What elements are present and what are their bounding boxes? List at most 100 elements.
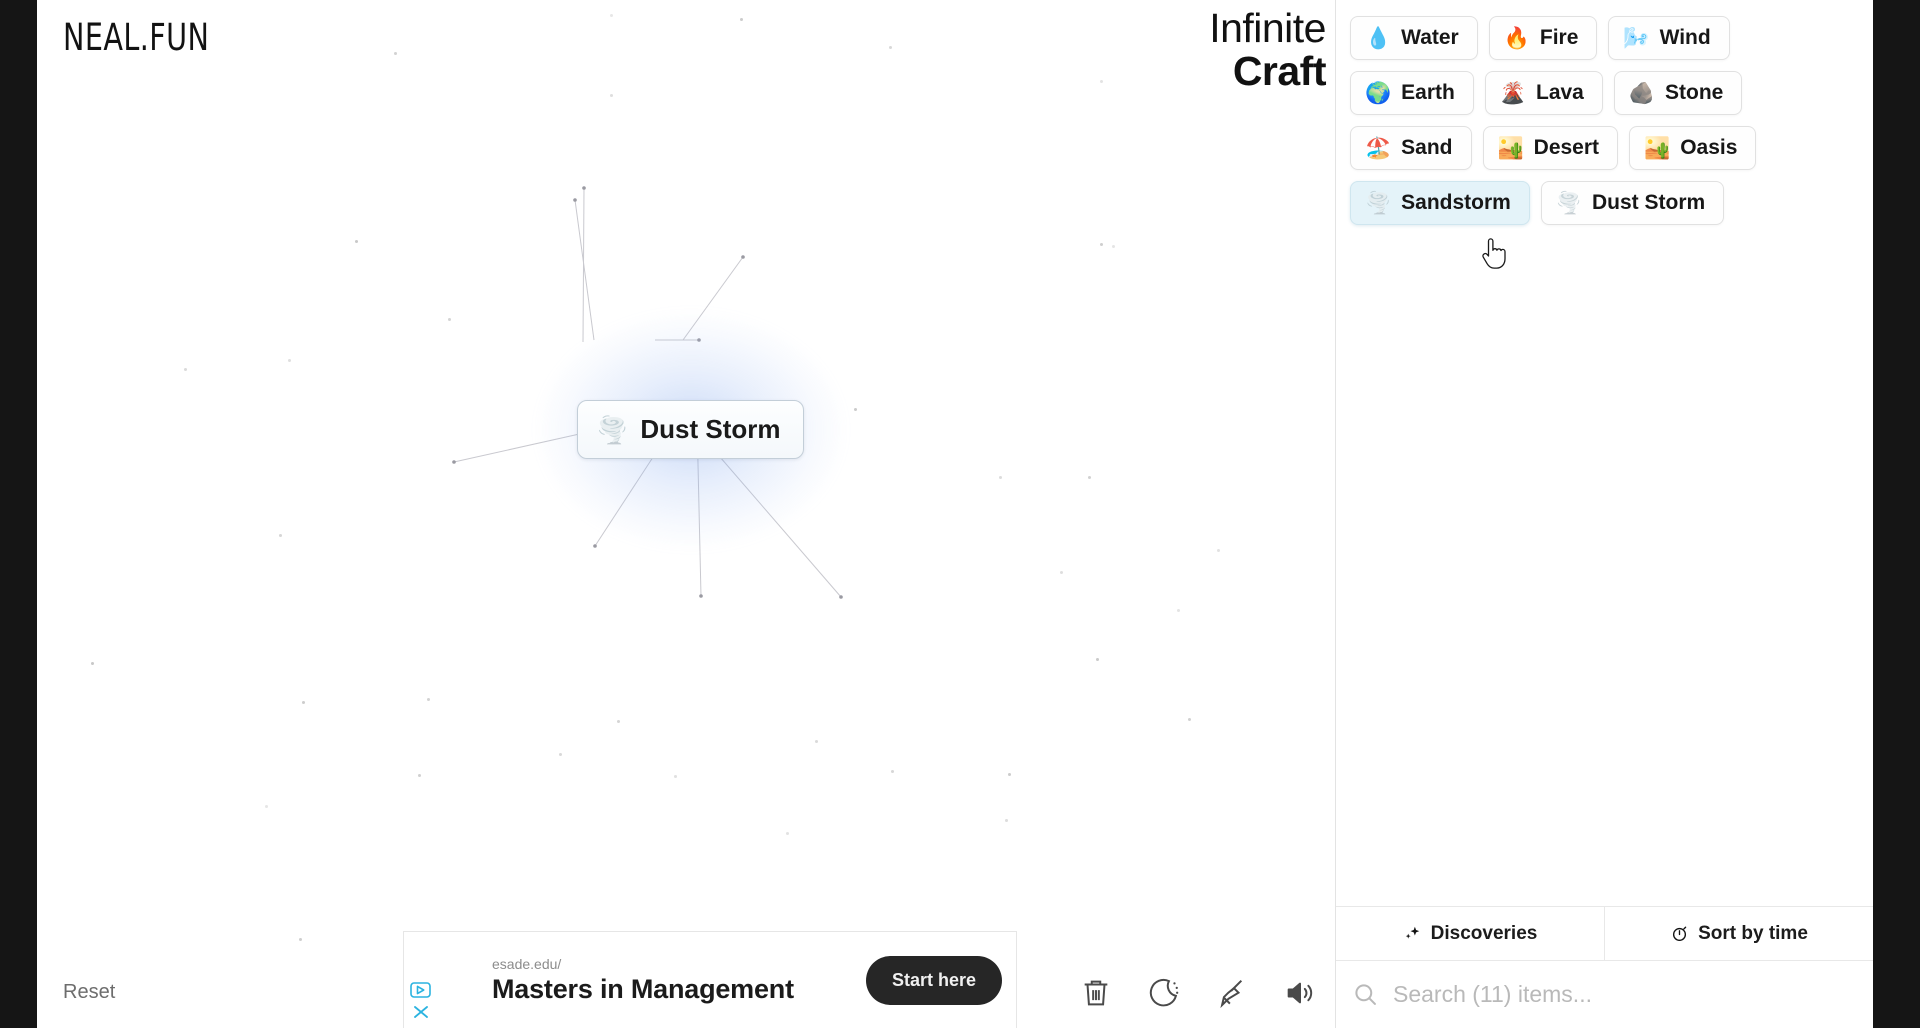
dust-particle <box>559 753 562 756</box>
wind-face-emoji: 🌬️ <box>1623 26 1650 50</box>
sparkles-icon <box>1405 926 1419 939</box>
dust-particle <box>265 805 268 808</box>
tornado-emoji: 🌪️ <box>1365 191 1392 215</box>
tornado-emoji: 🌪️ <box>596 414 629 445</box>
reset-button[interactable]: Reset <box>63 981 115 1004</box>
dust-particle <box>299 938 302 941</box>
element-dust-storm[interactable]: 🌪️ Dust Storm <box>1540 181 1725 225</box>
search-input[interactable] <box>1393 981 1857 1008</box>
connection-ray <box>582 187 585 343</box>
element-earth[interactable]: 🌍 Earth <box>1350 71 1474 115</box>
speaker-icon[interactable] <box>1283 976 1317 1010</box>
ad-cta-button[interactable]: Start here <box>865 955 1002 1005</box>
neal-fun-logo[interactable]: NEAL.FUN <box>63 16 209 59</box>
search-row[interactable] <box>1336 960 1873 1028</box>
element-desert[interactable]: 🏜️ Desert <box>1482 126 1619 170</box>
desert-emoji: 🏜️ <box>1497 136 1524 160</box>
dust-particle <box>448 318 451 321</box>
rock-emoji: 🪨 <box>1628 81 1656 105</box>
stopwatch-icon <box>1673 926 1687 941</box>
element-list[interactable]: 💧 Water 🔥 Fire 🌬️ Wind 🌍 Earth 🌋 Lava 🪨 Stone 🏖️ Sand… <box>1336 0 1873 906</box>
tab-discoveries[interactable]: Discoveries <box>1336 907 1604 960</box>
desert-emoji: 🏜️ <box>1644 136 1671 160</box>
ray-endpoint-dot <box>741 255 745 259</box>
dust-particle <box>1060 571 1063 574</box>
element-label: Lava <box>1536 81 1584 104</box>
element-label: Earth <box>1401 81 1455 104</box>
element-label: Sandstorm <box>1401 191 1511 214</box>
dust-particle <box>674 775 677 778</box>
element-water[interactable]: 💧 Water <box>1350 16 1478 60</box>
ray-endpoint-dot <box>452 460 456 464</box>
ray-endpoint-dot <box>699 594 703 598</box>
droplet-emoji: 💧 <box>1365 26 1392 50</box>
sidebar-footer-tabs: Discoveries Sort by time <box>1336 906 1873 960</box>
broom-icon[interactable] <box>1215 976 1249 1010</box>
trash-icon[interactable] <box>1079 976 1113 1010</box>
dust-particle <box>891 770 894 773</box>
element-label: Fire <box>1539 26 1579 49</box>
dust-particle <box>302 701 305 704</box>
infinite-craft-wordmark: Infinite Craft <box>1126 8 1326 92</box>
element-stone[interactable]: 🪨 Stone <box>1613 71 1743 115</box>
dust-particle <box>427 698 430 701</box>
ad-text: esade.edu/ Masters in Management <box>444 955 866 1006</box>
element-oasis[interactable]: 🏜️ Oasis <box>1629 126 1757 170</box>
ad-badges <box>404 932 444 1028</box>
elements-sidebar: 💧 Water 🔥 Fire 🌬️ Wind 🌍 Earth 🌋 Lava 🪨 Stone 🏖️ Sand… <box>1335 0 1873 1028</box>
element-sandstorm[interactable]: 🌪️ Sandstorm <box>1350 181 1530 225</box>
tab-sort-by-time[interactable]: Sort by time <box>1604 907 1873 960</box>
dust-particle <box>184 368 187 371</box>
ray-endpoint-dot <box>573 198 577 202</box>
dust-particle <box>1008 773 1011 776</box>
canvas-element-dust-storm[interactable]: 🌪️ Dust Storm <box>577 400 804 459</box>
element-label: Desert <box>1533 136 1600 159</box>
dust-particle <box>610 14 613 17</box>
dust-particle <box>1100 80 1103 83</box>
element-label: Wind <box>1659 26 1711 49</box>
canvas-toolbar <box>1079 976 1317 1010</box>
canvas-element-label: Dust Storm <box>640 414 781 444</box>
element-label: Sand <box>1401 136 1453 159</box>
dust-particle <box>889 46 892 49</box>
element-lava[interactable]: 🌋 Lava <box>1484 71 1603 115</box>
ad-headline: Masters in Management <box>492 973 794 1004</box>
element-label: Stone <box>1665 81 1724 104</box>
wordmark-line-2: Craft <box>1232 48 1327 94</box>
ad-banner[interactable]: esade.edu/ Masters in Management Start h… <box>403 931 1017 1028</box>
dust-particle <box>786 832 789 835</box>
dust-particle <box>1177 609 1180 612</box>
dust-particle <box>610 94 613 97</box>
dust-particle <box>1100 243 1103 246</box>
tab-sort-label: Sort by time <box>1698 922 1808 944</box>
dust-particle <box>854 408 857 411</box>
craft-canvas[interactable]: NEAL.FUN 🌪️ Dust Storm Reset esade.edu/ … <box>37 0 1335 1028</box>
tab-discoveries-label: Discoveries <box>1430 922 1538 944</box>
close-icon[interactable] <box>410 1002 432 1022</box>
ray-endpoint-dot <box>593 544 597 548</box>
dust-particle <box>1188 718 1191 721</box>
beach-emoji: 🏖️ <box>1365 136 1392 160</box>
element-sand[interactable]: 🏖️ Sand <box>1350 126 1472 170</box>
dust-particle <box>999 476 1002 479</box>
dust-particle <box>1217 549 1220 552</box>
fire-emoji: 🔥 <box>1503 26 1530 50</box>
dust-particle <box>617 720 620 723</box>
moon-icon[interactable] <box>1147 976 1181 1010</box>
element-label: Oasis <box>1680 136 1738 159</box>
element-label: Dust Storm <box>1592 191 1706 214</box>
dust-particle <box>418 774 421 777</box>
element-fire[interactable]: 🔥 Fire <box>1488 16 1598 60</box>
dust-particle <box>1088 476 1091 479</box>
volcano-emoji: 🌋 <box>1499 81 1526 105</box>
adchoices-icon[interactable] <box>410 980 432 1000</box>
element-label: Water <box>1401 26 1459 49</box>
globe-emoji: 🌍 <box>1365 81 1392 105</box>
ray-endpoint-dot <box>839 595 843 599</box>
dust-particle <box>288 359 291 362</box>
wordmark-line-1: Infinite <box>1209 5 1326 51</box>
dust-particle <box>1096 658 1099 661</box>
dust-particle <box>91 662 94 665</box>
element-wind[interactable]: 🌬️ Wind <box>1608 16 1730 60</box>
dust-particle <box>1112 245 1115 248</box>
